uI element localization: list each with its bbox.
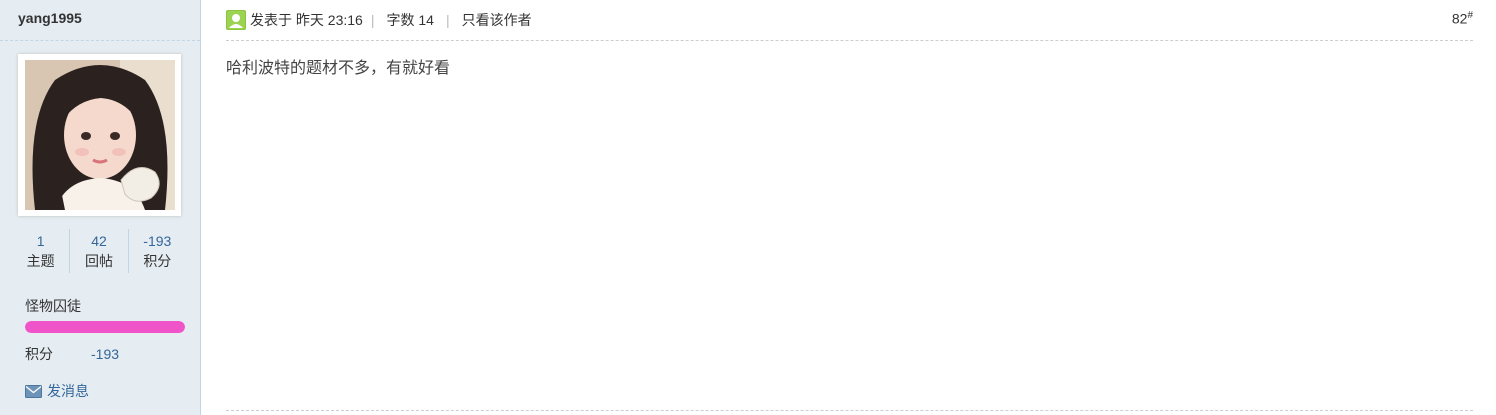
floor-number[interactable]: 82# (1452, 10, 1473, 27)
posted-time: 昨天 23:16 (295, 12, 363, 28)
avatar-image (25, 60, 175, 210)
online-user-icon (226, 10, 246, 30)
stat-threads-label: 主题 (26, 253, 55, 269)
send-message-link[interactable]: 发消息 (25, 381, 89, 401)
credit-value: -193 (91, 346, 120, 362)
posted-label: 发表于 (250, 12, 292, 28)
author-sidebar: yang1995 1 主题 42 回帖 -193 积分 怪物囚徒 积分 -193… (0, 0, 201, 415)
credit-label: 积分 (25, 346, 53, 362)
post-content: 哈利波特的题材不多，有就好看 (226, 60, 451, 77)
floor-suffix: # (1467, 10, 1473, 21)
post-bottom-divider (226, 410, 1473, 411)
credit-row: 积分 -193 (25, 344, 119, 364)
post-meta: 发表于 昨天 23:16 | 字数 14 | 只看该作者 82# (226, 8, 1473, 32)
stat-threads-value[interactable]: 1 (12, 232, 69, 250)
stat-replies-value[interactable]: 42 (70, 232, 127, 250)
post-header-divider (226, 40, 1473, 41)
stat-credits[interactable]: -193 积分 (127, 229, 186, 273)
user-group-title: 怪物囚徒 (25, 298, 81, 314)
author-stats: 1 主题 42 回帖 -193 积分 (12, 229, 186, 273)
author-name[interactable]: yang1995 (18, 10, 82, 26)
word-count: 14 (418, 12, 434, 28)
stat-threads[interactable]: 1 主题 (12, 229, 69, 273)
stat-replies[interactable]: 42 回帖 (69, 229, 127, 273)
word-count-label: 字数 (386, 12, 415, 28)
avatar-frame (18, 54, 181, 216)
sidebar-divider (0, 40, 200, 41)
meta-separator: | (370, 12, 375, 28)
stat-replies-label: 回帖 (84, 253, 113, 269)
rank-progress-bar (25, 321, 185, 333)
only-author-link[interactable]: 只看该作者 (462, 10, 532, 30)
rank-progress-fill (25, 321, 185, 333)
meta-separator: | (445, 12, 450, 28)
envelope-icon (25, 384, 42, 398)
send-message-label: 发消息 (47, 383, 89, 399)
floor-number-value: 82 (1451, 10, 1468, 27)
stat-credits-label: 积分 (143, 253, 172, 269)
stat-credits-value[interactable]: -193 (129, 232, 186, 250)
avatar[interactable] (25, 60, 175, 210)
